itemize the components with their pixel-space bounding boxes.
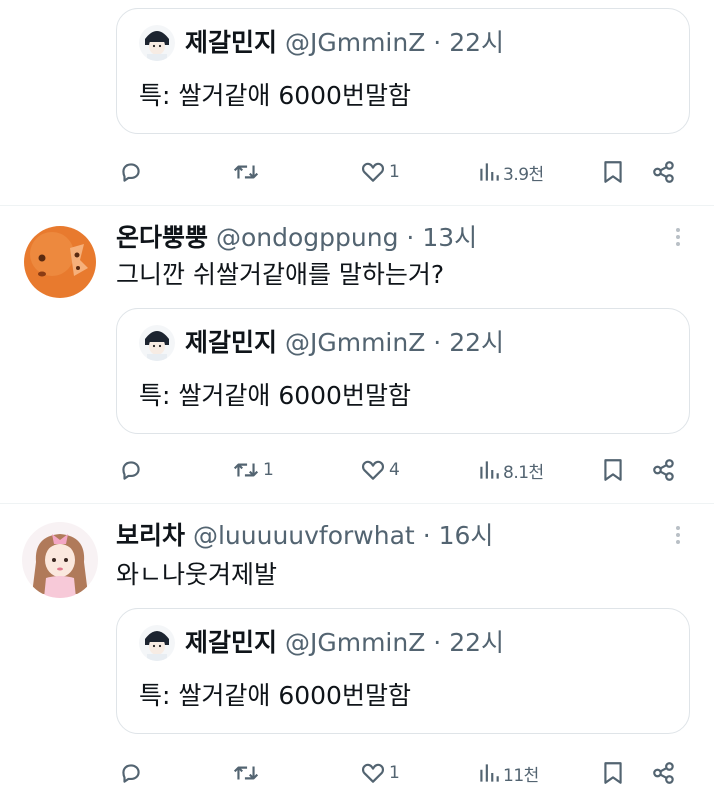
retweet-icon	[233, 165, 259, 179]
quoted-author-avatar[interactable]	[139, 325, 175, 361]
like-count: 1	[389, 162, 400, 182]
reply-button[interactable]	[118, 155, 147, 189]
retweet-button[interactable]	[232, 155, 263, 189]
dot-separator: ·	[433, 28, 442, 57]
quoted-author-name[interactable]: 제갈민지	[185, 628, 277, 657]
views-count: 11천	[503, 765, 539, 786]
views-count: 8.1천	[503, 462, 544, 483]
quoted-timestamp[interactable]: 22시	[449, 628, 504, 657]
bookmark-button[interactable]	[601, 155, 625, 189]
share-button[interactable]	[651, 756, 677, 790]
quoted-tweet-text: 특: 쌀거같애 6000번말함	[139, 681, 411, 710]
tweet[interactable]: 보리차 @luuuuuvforwhat · 16시 와ㄴ나웃겨제발 제갈민지 @…	[0, 504, 714, 801]
more-options-button[interactable]	[668, 523, 688, 553]
more-options-button[interactable]	[668, 225, 688, 255]
quoted-tweet-card[interactable]: 제갈민지 @JGmminZ · 22시 특: 쌀거같애 6000번말함	[116, 608, 690, 734]
views-button[interactable]: 3.9천	[478, 155, 544, 189]
author-avatar[interactable]	[22, 522, 98, 598]
quoted-author-handle[interactable]: @JGmminZ	[285, 328, 425, 357]
tweet-text: 와ㄴ나웃겨제발	[116, 560, 278, 589]
author-avatar[interactable]	[22, 224, 98, 300]
retweet-button[interactable]	[232, 756, 263, 790]
heart-icon	[361, 162, 385, 182]
like-button[interactable]: 1	[360, 155, 400, 189]
share-icon	[653, 161, 674, 183]
quoted-author-name[interactable]: 제갈민지	[185, 28, 277, 57]
views-button[interactable]: 11천	[478, 756, 539, 790]
bookmark-icon	[604, 161, 622, 183]
like-count: 4	[389, 460, 400, 480]
bookmark-icon	[604, 762, 622, 784]
quoted-tweet-card[interactable]: 제갈민지 @JGmminZ · 22시 특: 쌀거같애 6000번말함	[116, 8, 690, 134]
bookmark-button[interactable]	[601, 756, 625, 790]
dot-separator: ·	[422, 521, 431, 550]
timeline-feed: 제갈민지 @JGmminZ · 22시 특: 쌀거같애 6000번말함 1 3.…	[0, 0, 714, 801]
reply-icon	[122, 163, 140, 182]
reply-button[interactable]	[118, 756, 147, 790]
heart-icon	[361, 460, 385, 480]
quoted-author-line: 제갈민지 @JGmminZ · 22시	[185, 327, 504, 359]
dot-separator: ·	[433, 328, 442, 357]
retweet-button[interactable]: 1	[232, 453, 274, 487]
quoted-author-avatar[interactable]	[139, 25, 175, 61]
views-chart-icon	[480, 163, 499, 181]
doll-avatar-icon	[22, 522, 98, 598]
author-line: 온다뿡뿡 @ondogppung · 13시	[116, 222, 477, 254]
quoted-timestamp[interactable]: 22시	[449, 328, 504, 357]
share-button[interactable]	[651, 453, 677, 487]
author-line: 보리차 @luuuuuvforwhat · 16시	[116, 520, 493, 552]
heart-icon	[361, 763, 385, 783]
share-icon	[653, 459, 674, 481]
quoted-author-handle[interactable]: @JGmminZ	[285, 28, 425, 57]
dot-separator: ·	[406, 223, 415, 252]
bookmark-icon	[604, 459, 622, 481]
views-button[interactable]: 8.1천	[478, 453, 544, 487]
reply-icon	[122, 764, 140, 783]
bookmark-button[interactable]	[601, 453, 625, 487]
tweet[interactable]: 온다뿡뿡 @ondogppung · 13시 그니깐 쉬쌀거같애를 말하는거? …	[0, 206, 714, 503]
reply-icon	[122, 461, 140, 480]
orange-character-avatar-icon	[22, 224, 98, 300]
author-handle[interactable]: @ondogppung	[216, 223, 398, 252]
like-count: 1	[389, 763, 400, 783]
views-count: 3.9천	[503, 164, 544, 185]
like-button[interactable]: 1	[360, 756, 400, 790]
views-chart-icon	[480, 764, 499, 782]
quoted-author-name[interactable]: 제갈민지	[185, 328, 277, 357]
action-bar: 1 11천	[0, 756, 714, 790]
tweet-text: 그니깐 쉬쌀거같애를 말하는거?	[116, 260, 445, 289]
quoted-author-line: 제갈민지 @JGmminZ · 22시	[185, 27, 504, 59]
quoted-tweet-card[interactable]: 제갈민지 @JGmminZ · 22시 특: 쌀거같애 6000번말함	[116, 308, 690, 434]
quoted-tweet-text: 특: 쌀거같애 6000번말함	[139, 81, 411, 110]
retweet-count: 1	[263, 460, 274, 480]
author-name[interactable]: 온다뿡뿡	[116, 223, 208, 252]
retweet-icon	[233, 766, 259, 780]
share-button[interactable]	[651, 155, 677, 189]
quoted-tweet-text: 특: 쌀거같애 6000번말함	[139, 381, 411, 410]
action-bar: 1 4 8.1천	[0, 453, 714, 487]
quoted-author-line: 제갈민지 @JGmminZ · 22시	[185, 627, 504, 659]
like-button[interactable]: 4	[360, 453, 400, 487]
author-handle[interactable]: @luuuuuvforwhat	[193, 521, 415, 550]
retweet-icon	[233, 463, 259, 477]
views-chart-icon	[480, 461, 499, 479]
quoted-timestamp[interactable]: 22시	[449, 28, 504, 57]
author-name[interactable]: 보리차	[116, 521, 185, 550]
quoted-author-avatar[interactable]	[139, 625, 175, 661]
share-icon	[653, 762, 674, 784]
action-bar: 1 3.9천	[0, 155, 714, 189]
quoted-author-handle[interactable]: @JGmminZ	[285, 628, 425, 657]
timestamp[interactable]: 13시	[422, 223, 477, 252]
reply-button[interactable]	[118, 453, 147, 487]
dot-separator: ·	[433, 628, 442, 657]
timestamp[interactable]: 16시	[439, 521, 494, 550]
